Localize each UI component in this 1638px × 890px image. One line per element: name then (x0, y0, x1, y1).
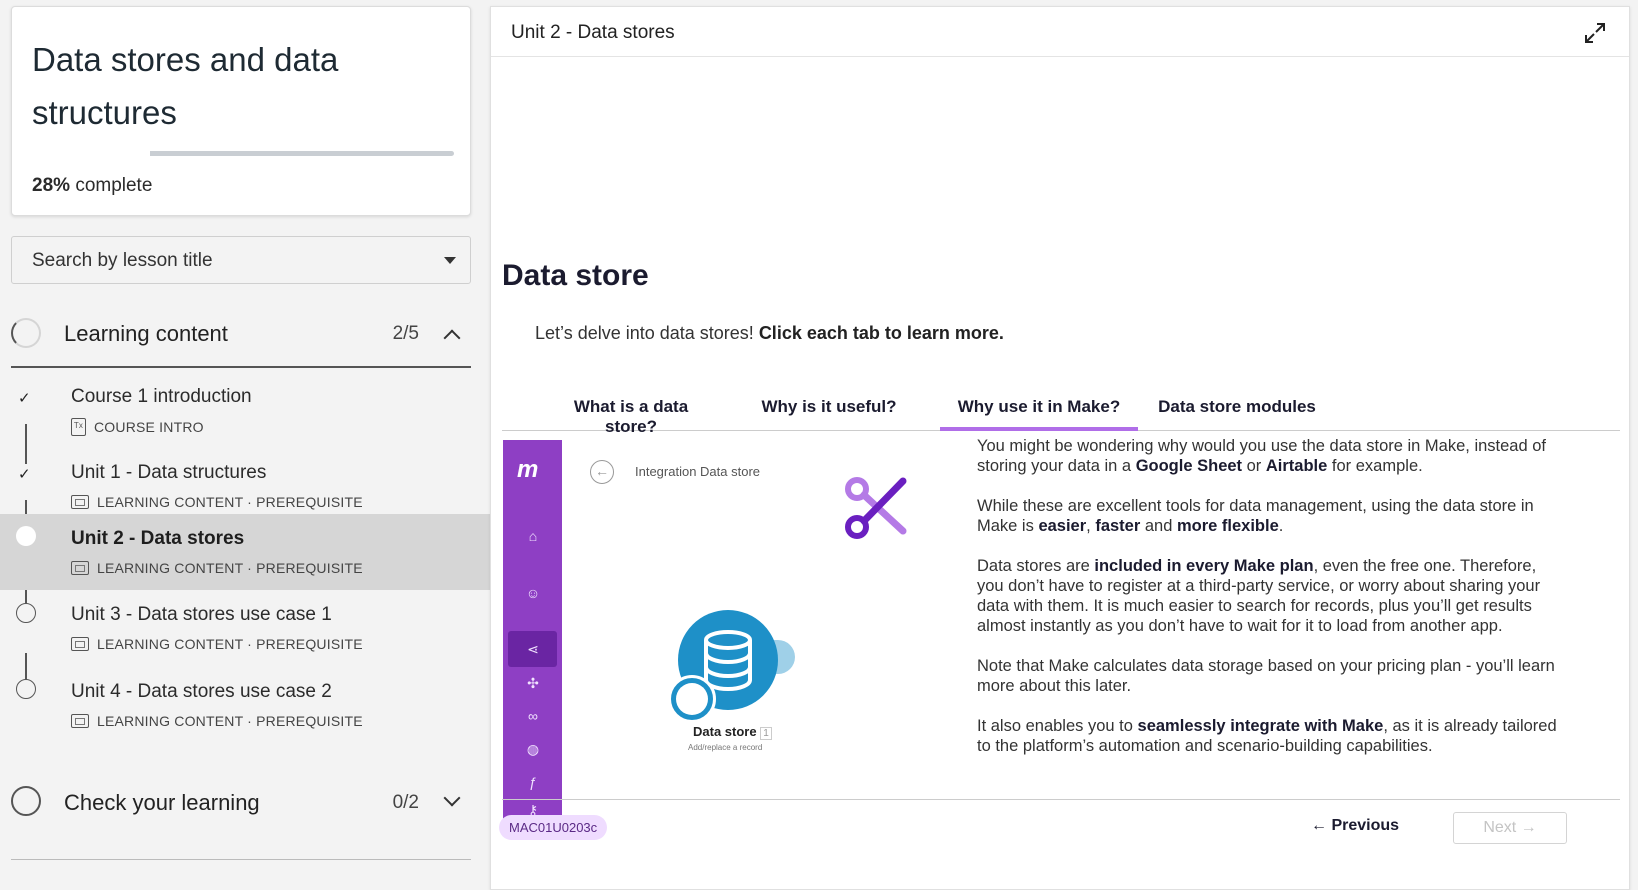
link-icon: ∞ (528, 708, 538, 724)
footer-divider (502, 799, 1620, 800)
back-arrow-icon: ← (590, 460, 614, 484)
section-progress-ring-icon (11, 786, 41, 816)
paragraph: It also enables you to seamlessly integr… (977, 717, 1557, 755)
next-button[interactable]: Next → (1453, 812, 1567, 844)
chevron-up-icon[interactable] (443, 329, 461, 347)
course-progress-bar (150, 151, 454, 156)
chevron-down-icon[interactable] (443, 789, 461, 807)
progress-text: 28% complete (32, 175, 152, 197)
function-icon: ƒ (529, 774, 537, 790)
lesson-meta: Tx COURSE INTRO (71, 418, 204, 436)
tab-what-is-a-data-store[interactable]: What is a data store? (546, 393, 716, 436)
course-progress-fill (150, 151, 236, 156)
paragraph: You might be wondering why would you use… (977, 437, 1546, 475)
course-summary-card: Data stores and data structures 28% comp… (11, 6, 471, 216)
scissors-icon (845, 477, 907, 539)
slides-icon (71, 495, 89, 509)
content-heading: Data store (502, 259, 649, 292)
lesson-type: COURSE INTRO (94, 419, 204, 435)
lesson-title: Unit 1 - Data structures (71, 462, 267, 483)
globe-icon: ◍ (526, 741, 540, 757)
lesson-type: LEARNING CONTENT · PREREQUISITE (97, 713, 363, 729)
document-icon: Tx (71, 418, 86, 436)
check-icon: ✓ (18, 466, 31, 483)
section-check-your-learning[interactable]: Check your learning 0/2 (11, 786, 471, 860)
section-title: Learning content (64, 321, 228, 346)
expand-fullscreen-icon[interactable] (1583, 21, 1607, 45)
lesson-item-course-intro[interactable]: ✓ Course 1 introduction Tx COURSE INTRO (0, 362, 490, 442)
tab-bar: What is a data store? Why is it useful? … (502, 387, 1620, 436)
tab-panel-why-use-it-in-make: m ⌂ ☺ ⋖ ✣ ∞ ◍ ƒ ⚷ ← Integration Data sto… (502, 434, 1620, 825)
make-sidebar-rail: m ⌂ ☺ ⋖ ✣ ∞ ◍ ƒ ⚷ (503, 440, 562, 825)
lesson-title: Unit 4 - Data stores use case 2 (71, 681, 332, 702)
lesson-type: LEARNING CONTENT · PREREQUISITE (97, 560, 363, 576)
module-number-badge: 1 (760, 727, 772, 740)
module-sublabel: Add/replace a record (688, 743, 763, 752)
share-icon: ⋖ (527, 641, 539, 657)
progress-label: complete (75, 175, 153, 196)
lesson-item-unit-4[interactable]: Unit 4 - Data stores use case 2 LEARNING… (0, 667, 490, 743)
lesson-type: LEARNING CONTENT · PREREQUISITE (97, 636, 363, 652)
slides-icon (71, 561, 89, 575)
lesson-title: Unit 3 - Data stores use case 1 (71, 604, 332, 625)
puzzle-icon: ✣ (527, 675, 539, 691)
lesson-header: Unit 2 - Data stores (491, 7, 1629, 57)
home-icon: ⌂ (528, 528, 538, 544)
tab-data-store-modules[interactable]: Data store modules (1152, 393, 1322, 431)
lesson-item-unit-2[interactable]: Unit 2 - Data stores LEARNING CONTENT · … (0, 514, 490, 590)
module-label: Data store 1 (693, 724, 772, 740)
explanation-text: You might be wondering why would you use… (977, 436, 1562, 776)
lesson-code-badge: MAC01U0203c (499, 815, 608, 840)
team-icon: ☺ (525, 585, 541, 601)
tab-why-use-it-in-make[interactable]: Why use it in Make? (940, 393, 1138, 431)
incomplete-circle-icon (16, 679, 36, 699)
lesson-meta: LEARNING CONTENT · PREREQUISITE (71, 713, 363, 729)
lesson-meta: LEARNING CONTENT · PREREQUISITE (71, 636, 363, 652)
lesson-content-panel: Unit 2 - Data stores Data store Let’s de… (490, 6, 1630, 890)
previous-button[interactable]: ← Previous (1311, 817, 1399, 835)
current-lesson-indicator-icon (16, 526, 36, 546)
section-progress-ring-icon (11, 318, 41, 348)
make-logo-icon: m (517, 456, 538, 483)
lesson-title: Course 1 introduction (71, 386, 252, 407)
lesson-meta: LEARNING CONTENT · PREREQUISITE (71, 560, 363, 576)
mock-breadcrumb: Integration Data store (635, 464, 761, 479)
paragraph: Data stores are included in every Make p… (977, 557, 1541, 635)
lesson-search-select[interactable]: Search by lesson title (11, 236, 471, 284)
slides-icon (71, 714, 89, 728)
slides-icon (71, 637, 89, 651)
lesson-item-unit-1[interactable]: ✓ Unit 1 - Data structures LEARNING CONT… (0, 438, 490, 518)
search-placeholder: Search by lesson title (32, 250, 213, 271)
intro-text: Let’s delve into data stores! Click each… (535, 323, 1004, 344)
section-count: 0/2 (392, 792, 419, 813)
make-scenario-screenshot: m ⌂ ☺ ⋖ ✣ ∞ ◍ ƒ ⚷ ← Integration Data sto… (503, 440, 963, 825)
incomplete-circle-icon (16, 603, 36, 623)
dropdown-caret-icon (444, 257, 456, 264)
course-outline-sidebar: Data stores and data structures 28% comp… (0, 0, 490, 890)
lesson-header-title: Unit 2 - Data stores (511, 22, 675, 43)
paragraph: Note that Make calculates data storage b… (977, 657, 1555, 695)
progress-percent: 28% (32, 175, 71, 196)
section-count: 2/5 (392, 323, 419, 344)
intro-plain: Let’s delve into data stores! (535, 323, 759, 343)
lesson-meta: LEARNING CONTENT · PREREQUISITE (71, 494, 363, 510)
intro-bold: Click each tab to learn more. (758, 323, 1004, 343)
check-icon: ✓ (18, 390, 31, 407)
section-title: Check your learning (64, 790, 260, 815)
lesson-type: LEARNING CONTENT · PREREQUISITE (97, 494, 363, 510)
lesson-item-unit-3[interactable]: Unit 3 - Data stores use case 1 LEARNING… (0, 590, 490, 666)
tab-why-is-it-useful[interactable]: Why is it useful? (754, 393, 904, 431)
paragraph: While these are excellent tools for data… (977, 497, 1534, 535)
section-learning-content[interactable]: Learning content 2/5 (11, 304, 471, 368)
schedule-clock-icon (668, 675, 716, 723)
lesson-title: Unit 2 - Data stores (71, 528, 245, 549)
course-title: Data stores and data structures (32, 41, 339, 131)
